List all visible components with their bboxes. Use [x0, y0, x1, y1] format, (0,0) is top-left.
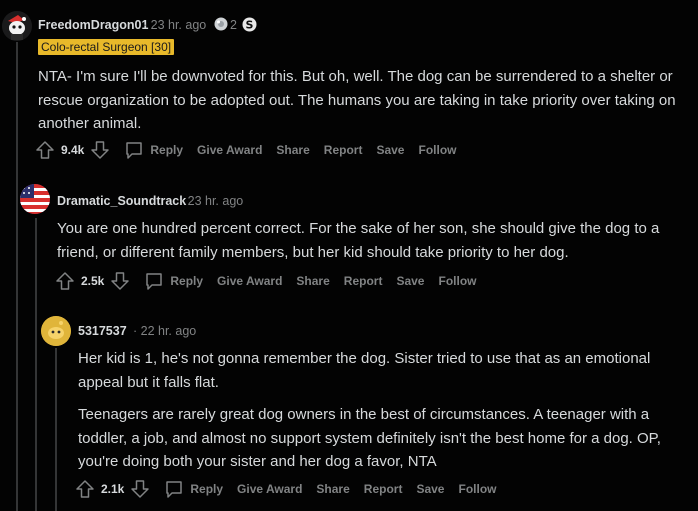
speech-bubble-icon: [146, 273, 163, 290]
comment-paragraph: Her kid is 1, he's not gonna remember th…: [78, 350, 651, 391]
save-button[interactable]: Save: [416, 482, 444, 496]
save-button[interactable]: Save: [396, 274, 424, 288]
comment-paragraph: Teenagers are rarely great dog owners in…: [78, 406, 661, 470]
comment-timestamp[interactable]: · 23 hr. ago: [143, 18, 206, 32]
follow-button[interactable]: Follow: [458, 482, 496, 496]
comment-body: You are one hundred percent correct. For…: [57, 217, 687, 264]
comment-author[interactable]: Dramatic_Soundtrack: [57, 194, 186, 208]
speech-bubble-icon: [166, 481, 183, 498]
give-award-button[interactable]: Give Award: [197, 143, 262, 157]
comment-actions: 2.5k Reply Give Award Share Report Save …: [55, 270, 476, 292]
flag-avatar-icon: [20, 184, 50, 214]
vote-score: 9.4k: [61, 143, 85, 157]
report-button[interactable]: Report: [344, 274, 383, 288]
reply-label: Reply: [150, 143, 184, 157]
reply-button[interactable]: Reply: [164, 479, 223, 499]
reply-label: Reply: [170, 274, 204, 288]
downvote-arrow-icon[interactable]: [130, 479, 150, 499]
comment-body: Her kid is 1, he's not gonna remember th…: [78, 347, 688, 474]
downvote-arrow-icon[interactable]: [90, 140, 110, 160]
reply-button[interactable]: Reply: [144, 271, 203, 291]
comment-author[interactable]: 5317537: [78, 324, 127, 338]
comment-body: NTA- I'm sure I'll be downvoted for this…: [38, 65, 688, 136]
comment-actions: 2.1k Reply Give Award Share Report Save …: [75, 478, 496, 500]
svg-text:S: S: [246, 19, 254, 32]
upvote-arrow-icon[interactable]: [55, 271, 75, 291]
reply-button[interactable]: Reply: [124, 140, 183, 160]
comment-timestamp[interactable]: · 23 hr. ago: [180, 194, 243, 208]
follow-button[interactable]: Follow: [438, 274, 476, 288]
save-button[interactable]: Save: [376, 143, 404, 157]
vote-score: 2.5k: [81, 274, 105, 288]
follow-button[interactable]: Follow: [418, 143, 456, 157]
comment-paragraph: NTA- I'm sure I'll be downvoted for this…: [38, 68, 676, 132]
award-count: 2: [230, 18, 237, 32]
comment-author[interactable]: FreedomDragon01: [38, 18, 148, 32]
downvote-arrow-icon[interactable]: [110, 271, 130, 291]
vote-score: 2.1k: [101, 482, 125, 496]
avatar[interactable]: [20, 184, 50, 214]
comment-actions: 9.4k Reply Give Award Share Report Save …: [35, 139, 456, 161]
report-button[interactable]: Report: [324, 143, 363, 157]
award-icon[interactable]: [214, 17, 228, 31]
upvote-arrow-icon[interactable]: [35, 140, 55, 160]
reply-label: Reply: [190, 482, 224, 496]
comment-timestamp[interactable]: · 22 hr. ago: [133, 324, 196, 338]
report-button[interactable]: Report: [364, 482, 403, 496]
avatar[interactable]: [2, 11, 32, 41]
thread-line-root[interactable]: [16, 42, 18, 511]
user-flair: Colo-rectal Surgeon [30]: [38, 39, 175, 55]
share-button[interactable]: Share: [316, 482, 349, 496]
thread-line-child[interactable]: [35, 218, 37, 511]
snoo-avatar-icon: [41, 316, 71, 346]
avatar[interactable]: [41, 316, 71, 346]
coin-icon[interactable]: S: [242, 17, 257, 32]
give-award-button[interactable]: Give Award: [217, 274, 282, 288]
share-button[interactable]: Share: [296, 274, 329, 288]
share-button[interactable]: Share: [276, 143, 309, 157]
upvote-arrow-icon[interactable]: [75, 479, 95, 499]
give-award-button[interactable]: Give Award: [237, 482, 302, 496]
thread-line-grandchild[interactable]: [55, 348, 57, 511]
dragon-avatar-icon: [2, 11, 32, 41]
comment-paragraph: You are one hundred percent correct. For…: [57, 220, 660, 261]
speech-bubble-icon: [126, 142, 143, 159]
